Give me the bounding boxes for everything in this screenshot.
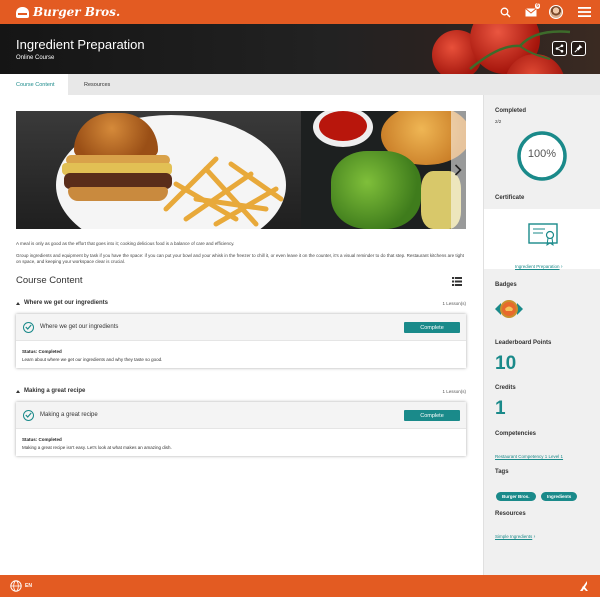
lesson-count: 1 Lesson(s) [442,388,466,394]
check-circle-icon [23,409,34,421]
burger-logo-icon [16,6,29,18]
check-circle-icon [23,321,34,333]
language-code: EN [25,583,32,589]
main-content: A meal is only as good as the effort tha… [0,95,483,575]
competencies-label: Competencies [495,431,537,437]
app-logo-icon[interactable] [579,581,588,591]
lesson-summary: Learn about where we get our ingredients… [22,357,163,362]
certificate-label: Certificate [495,195,525,201]
pin-button[interactable] [571,41,586,56]
list-view-icon[interactable] [452,277,462,286]
share-button[interactable] [552,41,567,56]
course-type: Online Course [16,55,55,61]
completed-label: Completed [495,108,527,114]
certificate-card: Ingredient Preparation › [484,209,600,270]
progress-ring: 100% [516,130,568,182]
mail-count-badge: 6 [535,3,540,9]
user-avatar[interactable] [543,0,568,24]
complete-button[interactable]: Complete [404,410,460,421]
section-header[interactable]: Making a great recipe 1 Lesson(s) [16,386,466,396]
search-icon[interactable] [493,0,518,24]
section-header[interactable]: Where we get our ingredients 1 Lesson(s) [16,298,466,308]
tab-resources[interactable]: Resources [68,74,110,95]
brand-name: Burger Bros. [33,5,121,19]
lesson-name[interactable]: Making a great recipe [40,412,98,418]
lesson-status: Status: Completed [22,349,62,354]
lesson-name[interactable]: Where we get our ingredients [40,324,118,330]
brand-logo[interactable]: Burger Bros. [16,3,120,21]
lesson-status: Status: Completed [22,437,62,442]
certificate-link[interactable]: Ingredient Preparation › [515,255,563,273]
lesson-card: Making a great recipe Complete Status: C… [16,402,466,456]
course-sidebar: Completed 2/2 100% Certificate Ingredien… [483,95,600,575]
course-hero: Ingredient Preparation Online Course [0,24,600,74]
certificate-icon [528,223,558,247]
progress-percent: 100% [527,148,557,160]
tab-bar: Course Content Resources [0,74,600,95]
tag-chip[interactable]: Burger Bros. [496,492,536,501]
pin-icon [574,44,583,53]
section-title: Where we get our ingredients [24,300,109,306]
section-title: Making a great recipe [24,388,86,394]
ketchup-burger-image [301,111,466,229]
badge-icon[interactable] [495,298,523,320]
leaderboard-points: 10 [495,353,517,374]
tag-list: Burger Bros. Ingredients [496,485,596,503]
complete-button[interactable]: Complete [404,322,460,333]
caret-up-icon [16,301,20,305]
lesson-count: 1 Lesson(s) [442,300,466,306]
tag-chip[interactable]: Ingredients [540,492,578,501]
globe-icon [10,580,22,592]
resource-link[interactable]: Simple Ingredients › [495,525,535,543]
chevron-right-icon [454,164,462,176]
credits-label: Credits [495,385,516,391]
image-carousel [16,111,466,229]
caret-up-icon [16,389,20,393]
resources-label: Resources [495,511,526,517]
credits-value: 1 [495,398,506,419]
course-description-p1: A meal is only as good as the effort tha… [16,241,235,246]
carousel-next-button[interactable] [451,111,466,229]
badges-label: Badges [495,282,517,288]
share-icon [555,44,564,53]
hamburger-menu-icon[interactable] [568,0,600,24]
tab-course-content[interactable]: Course Content [0,74,68,95]
course-title: Ingredient Preparation [16,37,145,52]
tags-label: Tags [495,469,509,475]
burger-fries-image [16,111,301,229]
top-bar: Burger Bros. 6 [0,0,600,24]
footer-bar: EN [0,575,600,597]
competency-link[interactable]: Restaurant Competency 1 Level 1 [495,445,563,463]
avatar [548,5,563,19]
course-content-title: Course Content [16,275,83,286]
mail-icon[interactable]: 6 [518,0,543,24]
language-selector[interactable]: EN [10,580,32,592]
lesson-summary: Making a great recipe isn't easy. Let's … [22,445,172,450]
leaderboard-label: Leaderboard Points [495,340,552,346]
course-description-p2: Group ingredients and equipment by task … [16,253,464,264]
completed-fraction: 2/2 [495,119,502,124]
lesson-card: Where we get our ingredients Complete St… [16,314,466,368]
